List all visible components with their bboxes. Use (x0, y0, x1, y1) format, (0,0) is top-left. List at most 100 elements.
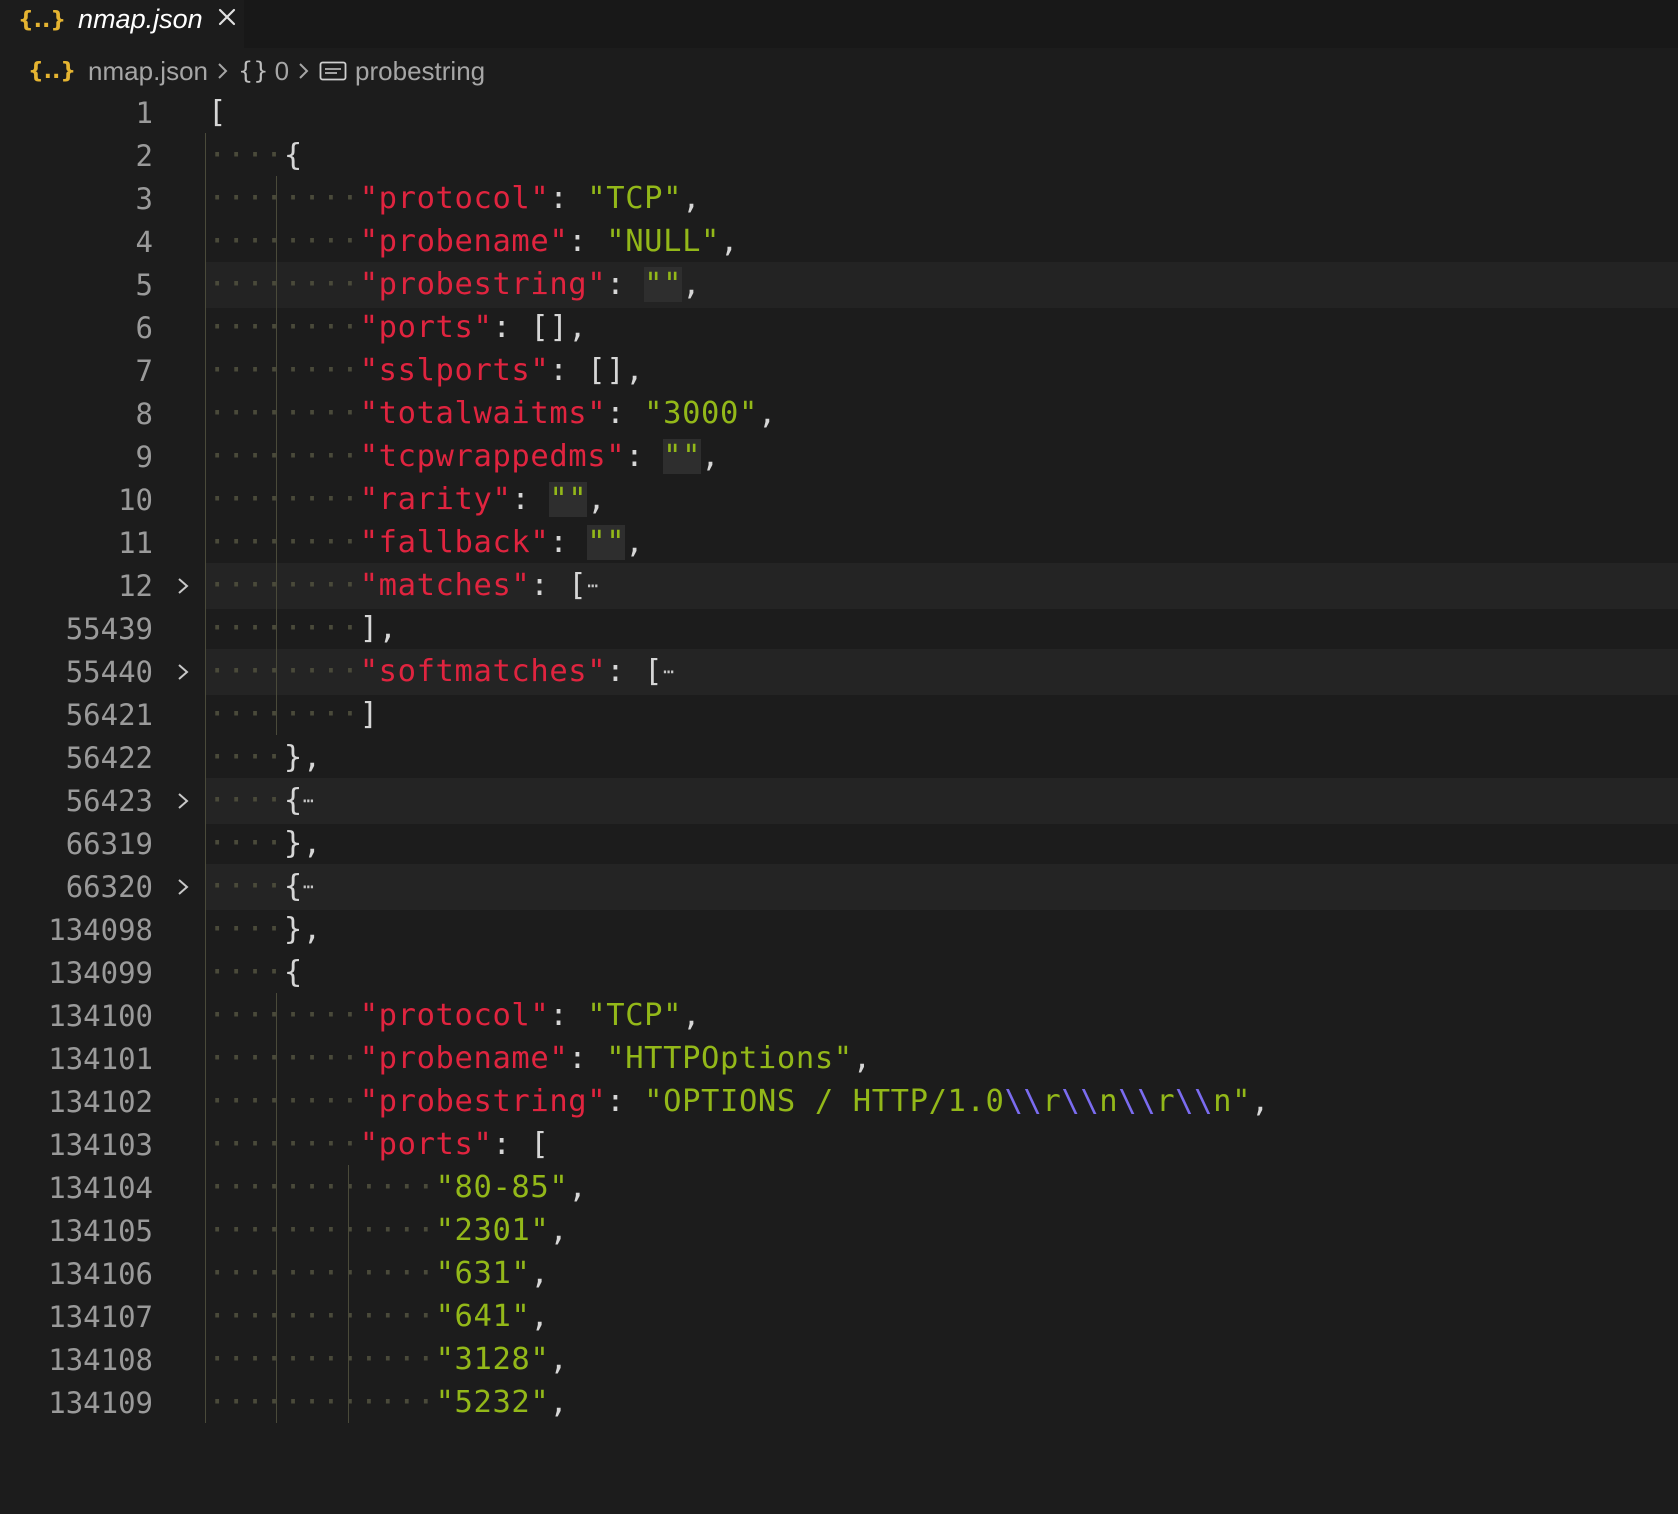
fold-ellipsis-icon[interactable]: ⋯ (587, 576, 598, 597)
whitespace-dots: ········ (208, 396, 360, 431)
code-line[interactable]: 10 ········"rarity": "", (0, 477, 1678, 523)
line-number: 1 (135, 96, 153, 130)
json-punctuation: : [ (492, 1127, 550, 1162)
json-punctuation: , (530, 1256, 550, 1291)
code-line[interactable]: 134105 ············"2301", (0, 1208, 1678, 1254)
json-punctuation: , (852, 1041, 872, 1076)
json-punctuation: ], (359, 611, 398, 646)
json-string: "HTTPOptions" (606, 1041, 853, 1076)
code-line[interactable]: 2 ····{ (0, 133, 1678, 179)
line-number: 134103 (48, 1128, 153, 1162)
code-line[interactable]: 4 ········"probename": "NULL", (0, 219, 1678, 265)
code-line[interactable]: 8 ········"totalwaitms": "3000", (0, 391, 1678, 437)
code-line[interactable]: 55440 ········"softmatches": [⋯ (0, 649, 1678, 695)
code-line[interactable]: 134104 ············"80-85", (0, 1165, 1678, 1211)
code-line[interactable]: 134108 ············"3128", (0, 1337, 1678, 1383)
whitespace-dots: ············ (208, 1170, 436, 1205)
json-key: "ports" (359, 310, 493, 345)
json-key: "totalwaitms" (359, 396, 607, 431)
code-text: ········"tcpwrappedms": "", (208, 434, 720, 480)
line-number: 134108 (48, 1343, 153, 1377)
code-line[interactable]: 12 ········"matches": [⋯ (0, 563, 1678, 609)
code-line[interactable]: 134098 ····}, (0, 907, 1678, 953)
code-text: ····{ (208, 950, 303, 996)
json-punctuation: [ (208, 95, 227, 130)
code-line[interactable]: 134107 ············"641", (0, 1294, 1678, 1340)
code-line[interactable]: 11 ········"fallback": "", (0, 520, 1678, 566)
code-text: ············"3128", (208, 1337, 568, 1383)
whitespace-dots: ········ (208, 267, 360, 302)
json-string: "OPTIONS / HTTP/1.0 (644, 1084, 1005, 1119)
json-key: "probename" (359, 224, 569, 259)
line-number: 5 (135, 268, 153, 302)
line-number: 11 (118, 526, 153, 560)
code-text: ····{⋯ (208, 778, 314, 824)
line-number: 66319 (65, 827, 153, 861)
whitespace-dots: ···· (208, 138, 284, 173)
json-escape: \\ (1004, 1084, 1043, 1119)
code-line[interactable]: 134101 ········"probename": "HTTPOptions"… (0, 1036, 1678, 1082)
code-line[interactable]: 56421 ········] (0, 692, 1678, 738)
fold-chevron-right-icon[interactable] (174, 792, 192, 810)
json-string: n (1099, 1084, 1119, 1119)
line-number: 134109 (48, 1386, 153, 1420)
whitespace-dots: ········ (208, 611, 360, 646)
tab-nmap-json[interactable]: {..} nmap.json (0, 0, 244, 48)
line-number: 66320 (65, 870, 153, 904)
fold-ellipsis-icon[interactable]: ⋯ (303, 791, 314, 812)
code-line[interactable]: 9 ········"tcpwrappedms": "", (0, 434, 1678, 480)
code-line[interactable]: 55439 ········], (0, 606, 1678, 652)
code-line[interactable]: 134099 ····{ (0, 950, 1678, 996)
json-punctuation: : (511, 482, 550, 517)
code-text: ········"softmatches": [⋯ (208, 649, 675, 695)
code-line[interactable]: 134102 ········"probestring": "OPTIONS / … (0, 1079, 1678, 1125)
json-punctuation: , (1251, 1084, 1271, 1119)
breadcrumb-item-property[interactable]: probestring (319, 56, 485, 87)
code-line[interactable]: 1[ (0, 90, 1678, 136)
code-line[interactable]: 3 ········"protocol": "TCP", (0, 176, 1678, 222)
whitespace-dots: ············ (208, 1256, 436, 1291)
code-line[interactable]: 134109 ············"5232", (0, 1380, 1678, 1426)
line-number: 134104 (48, 1171, 153, 1205)
code-line[interactable]: 6 ········"ports": [], (0, 305, 1678, 351)
fold-ellipsis-icon[interactable]: ⋯ (663, 662, 674, 683)
line-number: 134098 (48, 913, 153, 947)
json-string: "2301" (435, 1213, 550, 1248)
whitespace-dots: ········ (208, 525, 360, 560)
code-line[interactable]: 134100 ········"protocol": "TCP", (0, 993, 1678, 1039)
code-line[interactable]: 134106 ············"631", (0, 1251, 1678, 1297)
code-line[interactable]: 5 ········"probestring": "", (0, 262, 1678, 308)
json-string: "NULL" (606, 224, 721, 259)
code-line[interactable]: 66319 ····}, (0, 821, 1678, 867)
json-empty-string: "" (663, 439, 702, 474)
close-icon[interactable] (217, 7, 237, 31)
code-text: ········"totalwaitms": "3000", (208, 391, 777, 437)
line-number: 134101 (48, 1042, 153, 1076)
json-punctuation: : (606, 1084, 645, 1119)
code-line[interactable]: 56423 ····{⋯ (0, 778, 1678, 824)
code-text: ········"probename": "HTTPOptions", (208, 1036, 872, 1082)
code-line[interactable]: 7 ········"sslports": [], (0, 348, 1678, 394)
line-number: 134102 (48, 1085, 153, 1119)
code-text: ········"ports": [], (208, 305, 587, 351)
json-punctuation: : [], (492, 310, 588, 345)
code-line[interactable]: 134103 ········"ports": [ (0, 1122, 1678, 1168)
whitespace-dots: ········ (208, 654, 360, 689)
whitespace-dots: ········ (208, 181, 360, 216)
code-line[interactable]: 56422 ····}, (0, 735, 1678, 781)
code-editor[interactable]: 1[2 ····{3 ········"protocol": "TCP", 4 ····… (0, 90, 1678, 1514)
breadcrumb-item-file[interactable]: {..} nmap.json (28, 56, 208, 87)
code-line[interactable]: 66320 ····{⋯ (0, 864, 1678, 910)
fold-chevron-right-icon[interactable] (174, 663, 192, 681)
fold-chevron-right-icon[interactable] (174, 878, 192, 896)
line-number: 2 (135, 139, 153, 173)
line-number: 134100 (48, 999, 153, 1033)
fold-chevron-right-icon[interactable] (174, 577, 192, 595)
json-punctuation: : (549, 181, 588, 216)
folded-line-highlight (205, 864, 1678, 910)
code-text: ············"631", (208, 1251, 549, 1297)
fold-ellipsis-icon[interactable]: ⋯ (303, 877, 314, 898)
whitespace-dots: ···· (208, 740, 284, 775)
breadcrumb-item-object[interactable]: {} 0 (238, 56, 289, 87)
code-text: ············"2301", (208, 1208, 568, 1254)
